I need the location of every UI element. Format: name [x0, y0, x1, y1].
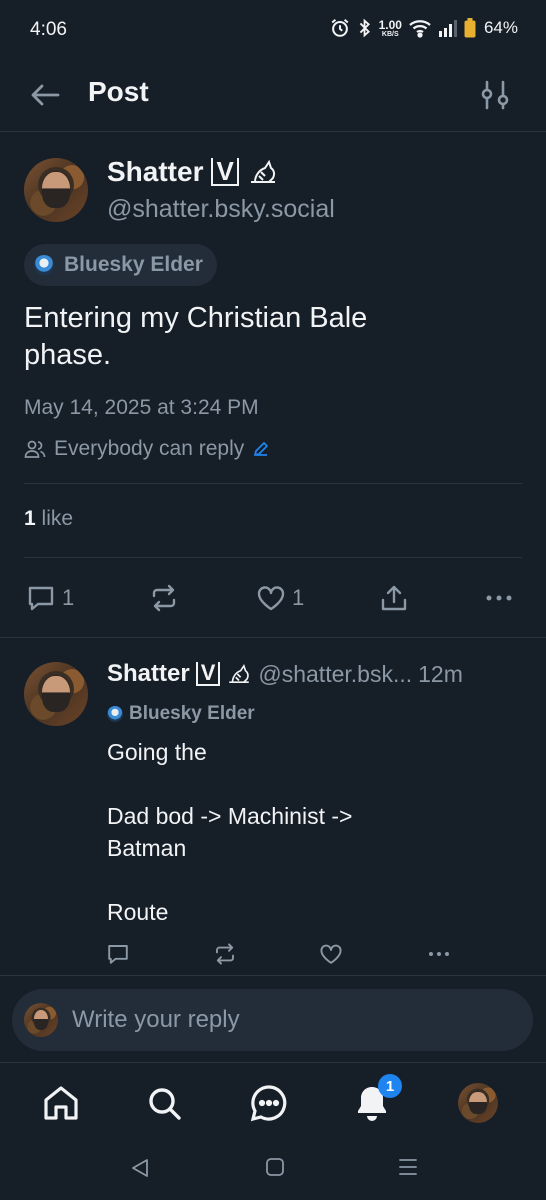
system-home-icon[interactable] — [264, 1156, 286, 1178]
repost-icon — [152, 584, 176, 612]
arrow-left-icon — [31, 84, 60, 106]
reply-badge[interactable]: Bluesky Elder — [107, 703, 255, 725]
reply-setting-label: Everybody can reply — [54, 437, 245, 460]
raven-icon — [229, 664, 250, 683]
chat-icon — [250, 1085, 287, 1122]
butterfly-badge-icon — [34, 255, 54, 275]
heart-icon — [257, 586, 285, 611]
comment-icon — [28, 586, 54, 611]
divider — [24, 483, 522, 484]
status-icons: 1.00 KB/S 64% — [329, 17, 518, 39]
author-avatar[interactable] — [24, 158, 88, 222]
notification-count-badge: 1 — [378, 1074, 402, 1098]
butterfly-badge-icon — [107, 706, 123, 722]
divider — [0, 975, 546, 976]
status-bar: 4:06 1.00 KB/S 64% — [0, 0, 546, 58]
tab-profile-avatar[interactable] — [458, 1083, 498, 1123]
status-time: 4:06 — [30, 19, 67, 40]
repost-button[interactable] — [149, 583, 179, 613]
share-icon — [381, 585, 407, 611]
composer-avatar — [24, 1003, 58, 1037]
reply-more-button[interactable] — [426, 942, 452, 966]
heart-icon — [320, 944, 342, 964]
tab-chat[interactable] — [249, 1083, 289, 1123]
verified-badge-chip[interactable]: Bluesky Elder — [24, 244, 217, 286]
reply-author-avatar[interactable] — [24, 662, 88, 726]
author-name-row[interactable]: Shatter V — [107, 156, 279, 188]
page-title: Post — [88, 76, 149, 107]
bottom-tab-bar — [0, 1062, 546, 1144]
reply-count: 1 — [62, 585, 75, 610]
header: Post — [0, 58, 546, 132]
reply-button[interactable]: 1 — [26, 583, 74, 613]
wifi-icon — [409, 20, 431, 38]
thread-settings-button[interactable] — [478, 78, 512, 112]
share-button[interactable] — [379, 583, 409, 613]
battery-icon — [464, 18, 476, 38]
raven-icon — [250, 159, 275, 183]
post-text: Entering my Christian Bale phase. — [24, 302, 368, 371]
system-navigation-bar — [0, 1144, 546, 1200]
sliders-icon — [481, 80, 509, 110]
home-icon — [44, 1086, 78, 1120]
reply-setting[interactable]: Everybody can reply — [24, 437, 270, 461]
reply-author-badge: V — [195, 662, 221, 686]
pencil-icon[interactable] — [252, 440, 270, 458]
more-options-button[interactable] — [484, 583, 514, 613]
reply-badge-label: Bluesky Elder — [129, 703, 255, 724]
comment-icon — [108, 945, 128, 964]
bluetooth-icon — [359, 18, 370, 38]
back-button[interactable] — [28, 78, 62, 112]
system-back-icon[interactable] — [129, 1157, 151, 1179]
reply-time: 12m — [418, 660, 463, 687]
reply-handle[interactable]: @shatter.bsk... — [258, 661, 412, 688]
author-badge: V — [211, 158, 239, 186]
divider — [0, 637, 546, 638]
badge-label: Bluesky Elder — [64, 253, 203, 276]
ellipsis-icon — [486, 595, 512, 601]
divider — [24, 557, 522, 558]
reply-reply-button[interactable] — [106, 942, 130, 966]
network-speed: 1.00 KB/S — [378, 17, 402, 38]
reply-author-name[interactable]: Shatter — [107, 660, 190, 688]
likes-count[interactable]: 1 like — [24, 507, 73, 531]
like-count: 1 — [292, 585, 305, 610]
post-date: May 14, 2025 at 3:24 PM — [24, 396, 259, 419]
ellipsis-icon — [429, 952, 449, 956]
reply-composer[interactable]: Write your reply — [12, 989, 533, 1051]
battery-percent: 64% — [483, 18, 518, 37]
reply-meta-row: Shatter V @shatter.bsk... 12m — [107, 660, 463, 688]
like-button[interactable]: 1 — [256, 583, 304, 613]
alarm-icon — [331, 18, 349, 37]
reply-like-button[interactable] — [319, 942, 343, 966]
composer-placeholder: Write your reply — [72, 1006, 240, 1033]
reply-repost-button[interactable] — [213, 942, 237, 966]
author-handle[interactable]: @shatter.bsky.social — [107, 195, 335, 224]
author-name: Shatter — [107, 156, 204, 187]
people-icon — [24, 440, 46, 458]
search-icon — [149, 1088, 181, 1120]
system-recents-icon[interactable] — [397, 1156, 419, 1178]
signal-icon — [438, 20, 457, 37]
tab-search[interactable] — [144, 1083, 184, 1123]
repost-icon — [216, 943, 234, 965]
reply-text: Going the Dad bod -> Machinist -> Batman… — [107, 739, 353, 925]
tab-home[interactable] — [41, 1083, 81, 1123]
